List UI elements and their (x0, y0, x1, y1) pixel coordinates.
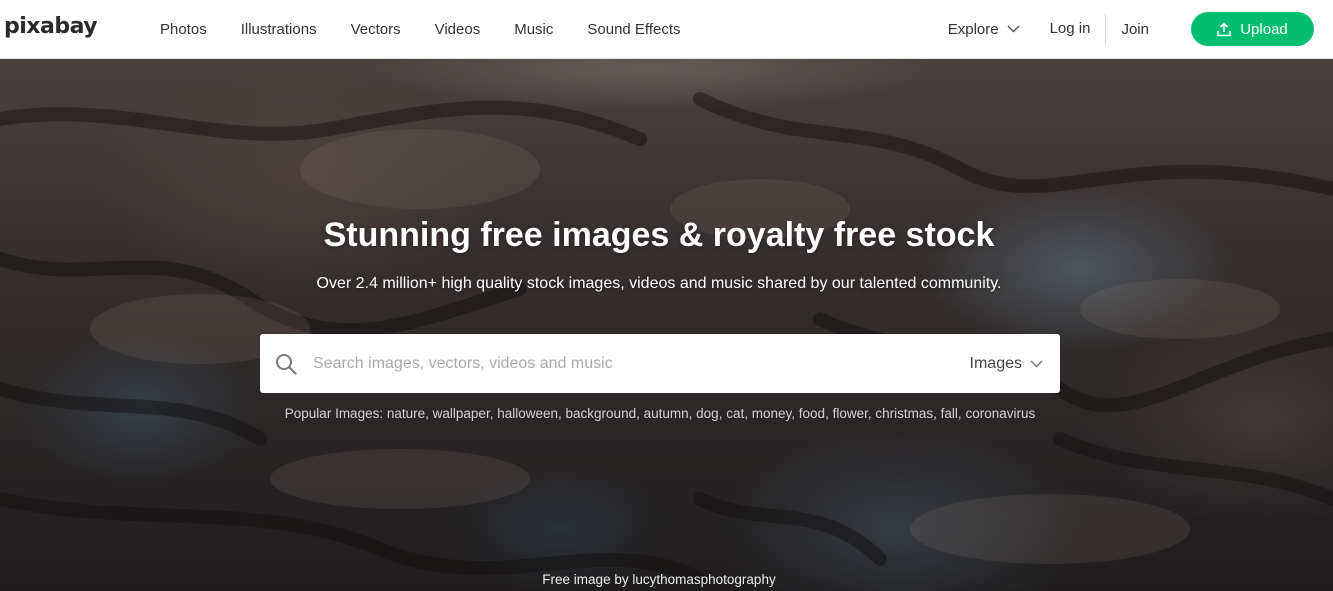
explore-label: Explore (947, 20, 999, 38)
credit-author-link[interactable]: lucythomasphotography (632, 572, 775, 587)
hero-banner: Stunning free images & royalty free stoc… (0, 59, 1333, 591)
chevron-down-icon (1007, 25, 1020, 33)
join-link[interactable]: Join (1121, 21, 1149, 38)
popular-tag[interactable]: cat (726, 406, 744, 421)
upload-label: Upload (1240, 20, 1288, 38)
popular-tag[interactable]: wallpaper (433, 406, 490, 421)
nav-item-videos[interactable]: Videos (435, 21, 481, 38)
popular-tag[interactable]: coronavirus (965, 406, 1035, 421)
popular-tag[interactable]: halloween (497, 406, 558, 421)
explore-menu[interactable]: Explore (948, 21, 1020, 38)
popular-tag[interactable]: christmas (875, 406, 933, 421)
pixabay-logo[interactable]: pixabay (4, 13, 98, 41)
popular-searches: Popular Images: nature, wallpaper, hallo… (284, 406, 1036, 421)
popular-tag[interactable]: flower (833, 406, 868, 421)
upload-button[interactable]: Upload (1191, 12, 1314, 46)
search-bar: Images (260, 334, 1060, 393)
popular-tag[interactable]: money (752, 406, 792, 421)
search-type-label: Images (969, 354, 1022, 372)
popular-tag[interactable]: nature (387, 406, 425, 421)
nav-item-music[interactable]: Music (514, 21, 553, 38)
popular-tag[interactable]: food (799, 406, 825, 421)
nav-item-photos[interactable]: Photos (160, 21, 207, 38)
search-icon[interactable] (275, 353, 297, 375)
hero-overlay (0, 59, 1333, 591)
hero-title: Stunning free images & royalty free stoc… (323, 216, 995, 254)
popular-tag[interactable]: background (566, 406, 637, 421)
main-nav: Photos Illustrations Vectors Videos Musi… (160, 0, 715, 58)
header-actions: Explore Log in Join Upload (948, 0, 1314, 58)
search-type-select[interactable]: Images (970, 355, 1043, 373)
chevron-down-icon (1030, 360, 1043, 367)
popular-tag[interactable]: dog (696, 406, 719, 421)
login-link[interactable]: Log in (1050, 14, 1107, 44)
site-header: pixabay Photos Illustrations Vectors Vid… (0, 0, 1333, 59)
credit-prefix: Free image by (542, 572, 629, 587)
nav-item-vectors[interactable]: Vectors (351, 21, 401, 38)
popular-tag[interactable]: fall (941, 406, 958, 421)
image-credit: Free image by lucythomasphotography (0, 572, 1318, 587)
search-input[interactable] (311, 343, 970, 384)
hero-subtitle: Over 2.4 million+ high quality stock ima… (316, 275, 1002, 292)
popular-tag[interactable]: autumn (644, 406, 689, 421)
nav-item-sound-effects[interactable]: Sound Effects (587, 21, 680, 38)
popular-label: Popular Images: (284, 406, 384, 421)
nav-item-illustrations[interactable]: Illustrations (241, 21, 317, 38)
upload-icon (1217, 21, 1232, 36)
